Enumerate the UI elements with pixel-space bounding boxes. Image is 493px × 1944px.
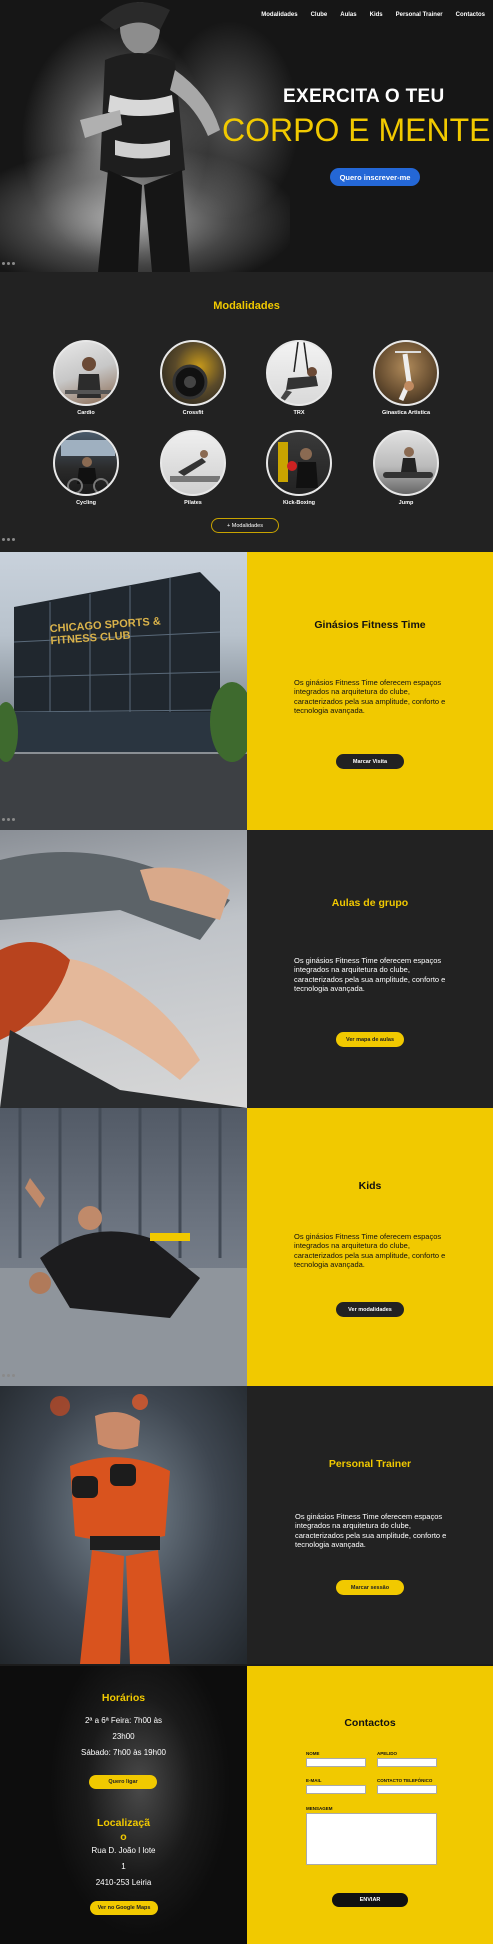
modalidade-label: Kick-Boxing (282, 500, 316, 506)
personal-trainer-panel: Personal Trainer Os ginásios Fitness Tim… (247, 1386, 493, 1664)
hero-headline: EXERCITA O TEU (283, 86, 445, 107)
contact-panel: Contactos NOME APELIDO E-MAIL CONTACTO T… (247, 1666, 493, 1944)
hours-line: 2ª a 6ª Feira: 7h00 às (84, 1716, 163, 1725)
kids-section: Kids Os ginásios Fitness Time oferecem e… (0, 1108, 493, 1386)
address-line: Rua D. João I lote (91, 1846, 156, 1855)
nav-item-modalidades[interactable]: Modalidades (261, 12, 297, 18)
modalidade-card-ginastica-artistica[interactable]: Ginastica Artistica (366, 340, 446, 416)
phone-label: CONTACTO TELEFÓNICO (377, 1778, 433, 1783)
pilates-image (160, 430, 226, 496)
modalidade-card-crossfit[interactable]: Crossfit (153, 340, 233, 416)
name-label: NOME (306, 1751, 320, 1756)
hero-athlete-image (80, 2, 220, 272)
group-class-image (0, 830, 247, 1108)
message-label: MENSAGEM (306, 1806, 333, 1811)
address-line: 1 (121, 1862, 126, 1871)
email-label: E-MAIL (306, 1778, 322, 1783)
hours-location-panel: Horários 2ª a 6ª Feira: 7h00 às 23h00 Sá… (0, 1666, 247, 1944)
modalidades-section: Modalidades Cardio Crossfit TRX Ginastic… (0, 272, 493, 552)
class-map-button[interactable]: Ver mapa de aulas (336, 1032, 404, 1047)
nav-item-clube[interactable]: Clube (311, 12, 328, 18)
nav-item-personal-trainer[interactable]: Personal Trainer (396, 12, 443, 18)
nav-item-aulas[interactable]: Aulas (340, 12, 356, 18)
contact-title: Contactos (344, 1717, 396, 1729)
crossfit-image (160, 340, 226, 406)
modalidade-card-pilates[interactable]: Pilates (153, 430, 233, 506)
page: Modalidades Clube Aulas Kids Personal Tr… (0, 0, 493, 1944)
carousel-dots[interactable] (2, 1374, 15, 1377)
name-field[interactable] (306, 1758, 366, 1767)
location-title-cont: o (120, 1831, 127, 1843)
modalidade-card-cycling[interactable]: Cycling (46, 430, 126, 506)
hours-line: Sábado: 7h00 às 19h00 (81, 1748, 166, 1757)
club-building-image: CHICAGO SPORTS & FITNESS CLUB (0, 552, 247, 830)
main-nav: Modalidades Clube Aulas Kids Personal Tr… (261, 12, 485, 18)
section-title: Aulas de grupo (331, 897, 409, 909)
ginastica-image (373, 340, 439, 406)
modalidade-label: Cycling (76, 500, 96, 506)
kick-boxing-image (266, 430, 332, 496)
carousel-dots[interactable] (2, 818, 15, 821)
modalidade-label: Cardio (77, 410, 95, 416)
trx-image (266, 340, 332, 406)
view-modalidades-button[interactable]: Ver modalidades (336, 1302, 404, 1317)
kids-image (0, 1108, 247, 1386)
email-field[interactable] (306, 1785, 366, 1794)
modalidade-label: Jump (398, 500, 414, 506)
signup-button[interactable]: Quero inscrever-me (330, 168, 420, 186)
hours-title: Horários (101, 1692, 146, 1704)
section-text: Os ginásios Fitness Time oferecem espaço… (294, 956, 446, 994)
book-visit-button[interactable]: Marcar Visita (336, 754, 404, 769)
modalidade-card-kick-boxing[interactable]: Kick-Boxing (259, 430, 339, 506)
modalidade-card-trx[interactable]: TRX (259, 340, 339, 416)
nav-item-contactos[interactable]: Contactos (456, 12, 485, 18)
section-text: Os ginásios Fitness Time oferecem espaço… (295, 1512, 447, 1550)
call-button[interactable]: Quero ligar (89, 1775, 157, 1789)
hours-line: 23h00 (112, 1732, 135, 1741)
cardio-image (53, 340, 119, 406)
modalidade-label: TRX (293, 410, 305, 416)
nav-item-kids[interactable]: Kids (370, 12, 383, 18)
location-title: Localizaçã (96, 1817, 151, 1829)
modalidade-card-jump[interactable]: Jump (366, 430, 446, 506)
jump-image (373, 430, 439, 496)
hero: Modalidades Clube Aulas Kids Personal Tr… (0, 0, 493, 272)
message-field[interactable] (306, 1813, 437, 1865)
section-title: Modalidades (213, 300, 280, 312)
modalidade-label: Crossfit (182, 410, 204, 416)
section-title: Kids (358, 1180, 382, 1192)
personal-trainer-image (0, 1386, 247, 1664)
ginasios-panel: Ginásios Fitness Time Os ginásios Fitnes… (247, 552, 493, 830)
aulas-section: Aulas de grupo Os ginásios Fitness Time … (0, 830, 493, 1108)
google-maps-button[interactable]: Ver no Google Maps (90, 1901, 158, 1915)
book-session-button[interactable]: Marcar sessão (336, 1580, 404, 1595)
more-modalidades-button[interactable]: + Modalidades (211, 518, 279, 533)
phone-field[interactable] (377, 1785, 437, 1794)
ginasios-section: CHICAGO SPORTS & FITNESS CLUB Ginásios F… (0, 552, 493, 830)
address-line: 2410-253 Leiria (95, 1878, 152, 1887)
section-title: Ginásios Fitness Time (314, 619, 426, 631)
hero-subheadline: CORPO E MENTE (222, 112, 491, 148)
cycling-image (53, 430, 119, 496)
modalidade-card-cardio[interactable]: Cardio (46, 340, 126, 416)
carousel-dots[interactable] (2, 262, 15, 265)
surname-field[interactable] (377, 1758, 437, 1767)
carousel-dots[interactable] (2, 538, 15, 541)
section-text: Os ginásios Fitness Time oferecem espaço… (294, 1232, 446, 1270)
section-text: Os ginásios Fitness Time oferecem espaço… (294, 678, 446, 716)
kids-panel: Kids Os ginásios Fitness Time oferecem e… (247, 1108, 493, 1386)
modalidade-label: Pilates (184, 500, 202, 506)
send-button[interactable]: ENVIAR (332, 1893, 408, 1907)
info-section: Horários 2ª a 6ª Feira: 7h00 às 23h00 Sá… (0, 1666, 493, 1944)
modalidade-label: Ginastica Artistica (381, 410, 431, 416)
aulas-panel: Aulas de grupo Os ginásios Fitness Time … (247, 830, 493, 1108)
surname-label: APELIDO (377, 1751, 398, 1756)
personal-trainer-section: Personal Trainer Os ginásios Fitness Tim… (0, 1386, 493, 1664)
section-title: Personal Trainer (328, 1458, 412, 1470)
